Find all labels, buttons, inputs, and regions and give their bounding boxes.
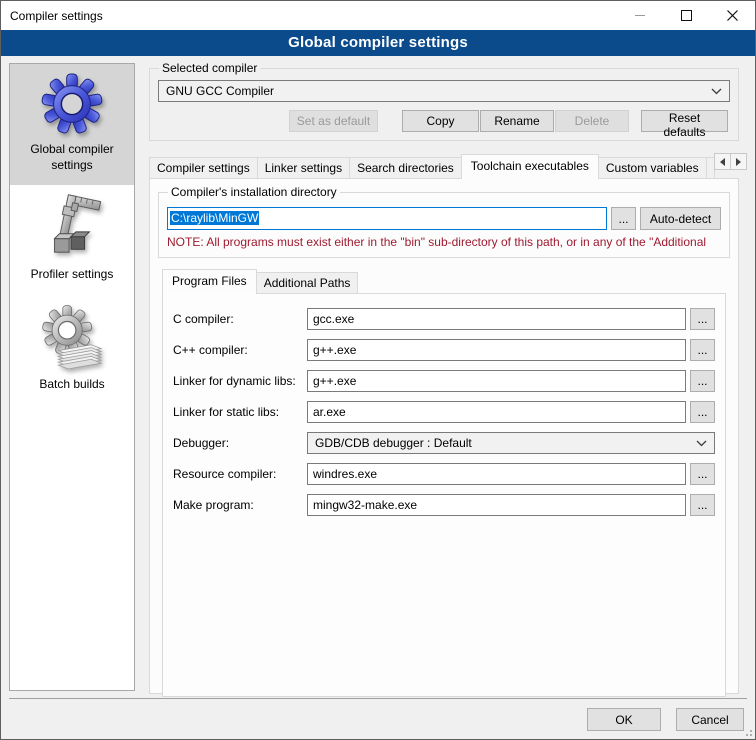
minimize-icon [635,15,645,16]
cpp-compiler-browse-button[interactable]: ... [690,339,715,361]
dynamic-linker-label: Linker for dynamic libs: [173,374,307,388]
delete-button: Delete [555,110,629,132]
tab-scroll-right-button[interactable] [730,153,747,170]
gray-gear-papers-icon [41,304,103,370]
debugger-select-value: GDB/CDB debugger : Default [315,436,696,450]
c-compiler-label: C compiler: [173,312,307,326]
field-row: Resource compiler: ... [173,463,715,485]
field-row: Make program: ... [173,494,715,516]
dynamic-linker-input[interactable] [307,370,686,392]
sidebar-item-label: Profiler settings [13,267,131,283]
tab-custom-variables[interactable]: Custom variables [598,157,707,178]
cpp-compiler-label: C++ compiler: [173,343,307,357]
installation-directory-group-label: Compiler's installation directory [168,185,340,199]
tab-toolchain-executables[interactable]: Toolchain executables [461,154,599,179]
program-files-tab-strip: Program Files Additional Paths [162,268,726,293]
title-bar: Compiler settings [1,1,755,30]
resource-compiler-input[interactable] [307,463,686,485]
resource-compiler-label: Resource compiler: [173,467,307,481]
cpp-compiler-input[interactable] [307,339,686,361]
make-program-label: Make program: [173,498,307,512]
minimize-button [617,1,663,30]
c-compiler-input[interactable] [307,308,686,330]
sidebar-item-label: Global compiler settings [13,142,131,173]
tab-scroll-left-button[interactable] [714,153,731,170]
close-icon [727,10,738,21]
window-controls [617,1,755,30]
chevron-down-icon [696,440,707,447]
debugger-label: Debugger: [173,436,307,450]
make-program-browse-button[interactable]: ... [690,494,715,516]
subtab-program-files[interactable]: Program Files [162,269,257,294]
compiler-select-value: GNU GCC Compiler [166,84,711,98]
selected-compiler-group: Selected compiler GNU GCC Compiler Set a… [149,61,739,141]
main-content: Selected compiler GNU GCC Compiler Set a… [149,61,739,694]
caliper-icon [41,194,103,260]
debugger-select[interactable]: GDB/CDB debugger : Default [307,432,715,454]
page-title: Global compiler settings [1,30,755,56]
ok-button[interactable]: OK [587,708,661,731]
static-linker-input[interactable] [307,401,686,423]
sidebar-item-batch-builds[interactable]: Batch builds [10,295,134,405]
dynamic-linker-browse-button[interactable]: ... [690,370,715,392]
sidebar-item-profiler-settings[interactable]: Profiler settings [10,185,134,295]
resource-compiler-browse-button[interactable]: ... [690,463,715,485]
make-program-input[interactable] [307,494,686,516]
set-as-default-button: Set as default [289,110,378,132]
auto-detect-button[interactable]: Auto-detect [640,207,721,230]
compiler-buttons-row: Set as default Copy Rename Delete Reset … [158,110,730,132]
tab-linker-settings[interactable]: Linker settings [257,157,350,178]
bin-subdirectory-note: NOTE: All programs must exist either in … [167,235,721,249]
tab-compiler-settings[interactable]: Compiler settings [149,157,258,178]
copy-button[interactable]: Copy [402,110,479,132]
blue-gear-icon [41,73,103,135]
close-button[interactable] [709,1,755,30]
sidebar: Global compiler settings [9,63,135,691]
selected-compiler-group-label: Selected compiler [159,61,260,75]
maximize-button[interactable] [663,1,709,30]
reset-defaults-button[interactable]: Reset defaults [641,110,728,132]
tab-search-directories[interactable]: Search directories [349,157,462,178]
tab-scroll-buttons [715,153,747,170]
installation-directory-row: C:\raylib\MinGW ... Auto-detect [167,207,721,230]
installation-directory-group: Compiler's installation directory C:\ray… [158,185,730,258]
rename-button[interactable]: Rename [480,110,554,132]
settings-tab-strip: Compiler settings Linker settings Search… [149,153,739,178]
sidebar-item-label: Batch builds [13,377,131,393]
subtab-additional-paths[interactable]: Additional Paths [256,272,359,293]
resize-grip[interactable] [742,726,752,736]
field-row: C compiler: ... [173,308,715,330]
maximize-icon [681,10,692,21]
field-row: Linker for static libs: ... [173,401,715,423]
static-linker-browse-button[interactable]: ... [690,401,715,423]
sidebar-item-global-compiler-settings[interactable]: Global compiler settings [10,64,134,185]
chevron-down-icon [711,88,722,95]
cancel-button[interactable]: Cancel [676,708,744,731]
field-row: Linker for dynamic libs: ... [173,370,715,392]
window-title: Compiler settings [1,9,103,23]
installation-directory-input[interactable]: C:\raylib\MinGW [167,207,607,230]
field-row: C++ compiler: ... [173,339,715,361]
c-compiler-browse-button[interactable]: ... [690,308,715,330]
dialog-body: Global compiler settings [1,56,755,739]
arrow-right-icon [736,158,741,166]
field-row: Debugger: GDB/CDB debugger : Default [173,432,715,454]
static-linker-label: Linker for static libs: [173,405,307,419]
compiler-settings-dialog: Compiler settings Global compiler settin… [0,0,756,740]
footer-divider [9,698,747,699]
program-files-panel: C compiler: ... C++ compiler: ... Linker… [162,293,726,697]
compiler-select[interactable]: GNU GCC Compiler [158,80,730,102]
program-files-notebook: Program Files Additional Paths C compile… [162,268,726,697]
arrow-left-icon [720,158,725,166]
browse-directory-button[interactable]: ... [611,207,636,230]
toolchain-executables-panel: Compiler's installation directory C:\ray… [149,178,739,694]
selected-text: C:\raylib\MinGW [170,211,259,225]
